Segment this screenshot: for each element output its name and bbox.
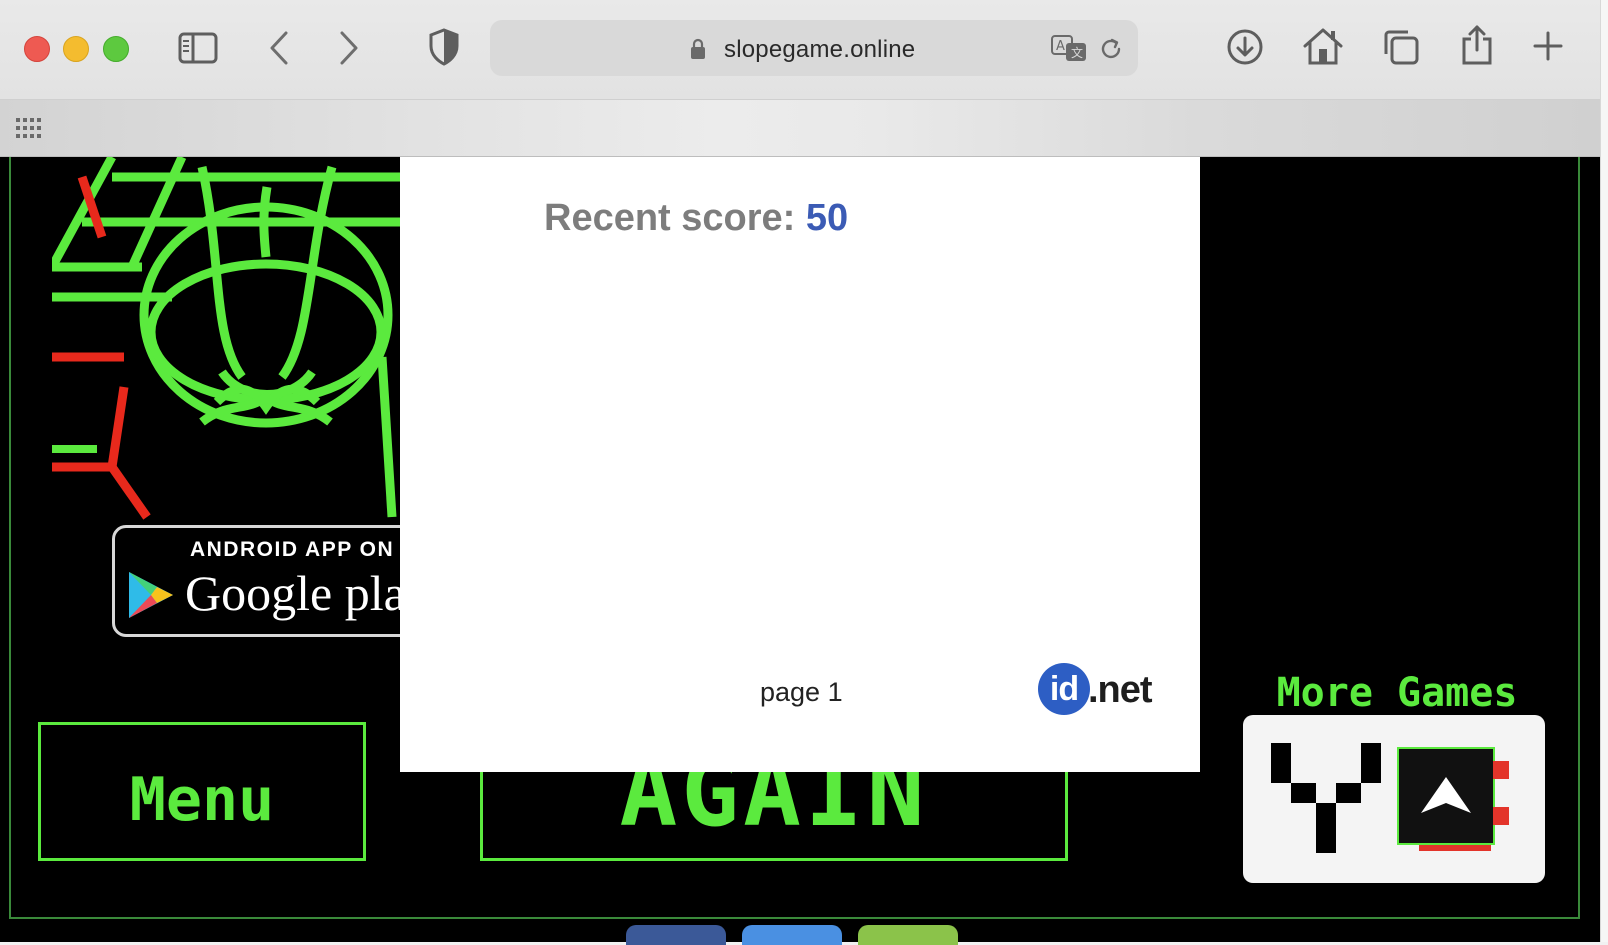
recent-score-label: Recent score: bbox=[544, 197, 796, 239]
y8-logo-red-bar-bottom bbox=[1419, 845, 1491, 851]
lock-icon bbox=[691, 38, 705, 59]
address-bar[interactable]: slopegame.online A 文 bbox=[490, 20, 1138, 76]
minimize-window-button[interactable] bbox=[63, 36, 89, 62]
share-icon[interactable] bbox=[1460, 24, 1494, 66]
web-page: ANDROID APP ON Google play Menu AGAIN Mo… bbox=[0, 157, 1600, 942]
reload-icon[interactable] bbox=[1098, 36, 1124, 62]
score-panel: Recent score: 50 page 1 id .net bbox=[400, 157, 1200, 772]
back-icon[interactable] bbox=[268, 30, 290, 66]
facebook-share-button[interactable] bbox=[626, 925, 726, 945]
svg-text:文: 文 bbox=[1071, 45, 1083, 60]
google-play-badge-top-text: ANDROID APP ON bbox=[190, 538, 395, 561]
grid-icon[interactable] bbox=[16, 118, 42, 138]
bookmarks-bar bbox=[0, 100, 1600, 157]
recent-score: Recent score: 50 bbox=[544, 197, 848, 240]
slope-ball-artwork bbox=[52, 157, 402, 520]
menu-button-label: Menu bbox=[129, 765, 275, 835]
home-icon[interactable] bbox=[1302, 26, 1344, 66]
url-text: slopegame.online bbox=[724, 36, 916, 63]
google-play-icon bbox=[129, 572, 173, 618]
idnet-logo-circle: id bbox=[1038, 663, 1090, 715]
close-window-button[interactable] bbox=[24, 36, 50, 62]
y8-logo-red-bars-2 bbox=[1493, 807, 1509, 825]
twitter-share-button[interactable] bbox=[742, 925, 842, 945]
y8-logo-red-bars bbox=[1493, 761, 1509, 779]
svg-text:A: A bbox=[1056, 39, 1065, 54]
scroll-to-top-button[interactable] bbox=[1397, 747, 1495, 845]
share-button-green[interactable] bbox=[858, 925, 958, 945]
menu-button[interactable]: Menu bbox=[38, 722, 366, 861]
arrow-up-icon bbox=[1421, 777, 1471, 813]
page-number: page 1 bbox=[760, 677, 843, 707]
more-games-button[interactable] bbox=[1243, 715, 1545, 883]
translate-icon[interactable]: A 文 bbox=[1050, 34, 1088, 64]
shield-icon[interactable] bbox=[428, 28, 460, 66]
forward-icon[interactable] bbox=[338, 30, 360, 66]
window-edge bbox=[1600, 0, 1608, 942]
new-tab-plus-icon[interactable] bbox=[1532, 30, 1564, 62]
more-games-label: More Games bbox=[1276, 670, 1518, 716]
maximize-window-button[interactable] bbox=[103, 36, 129, 62]
y8-logo-icon bbox=[1271, 743, 1381, 853]
download-icon[interactable] bbox=[1226, 28, 1264, 66]
google-play-badge[interactable]: ANDROID APP ON Google play bbox=[112, 525, 418, 637]
tabs-icon[interactable] bbox=[1382, 28, 1420, 66]
browser-toolbar: slopegame.online A 文 bbox=[0, 0, 1600, 100]
idnet-logo-text: .net bbox=[1088, 669, 1153, 711]
recent-score-value: 50 bbox=[805, 197, 849, 239]
google-play-badge-main-text: Google play bbox=[185, 565, 418, 621]
sidebar-icon[interactable] bbox=[178, 32, 218, 64]
